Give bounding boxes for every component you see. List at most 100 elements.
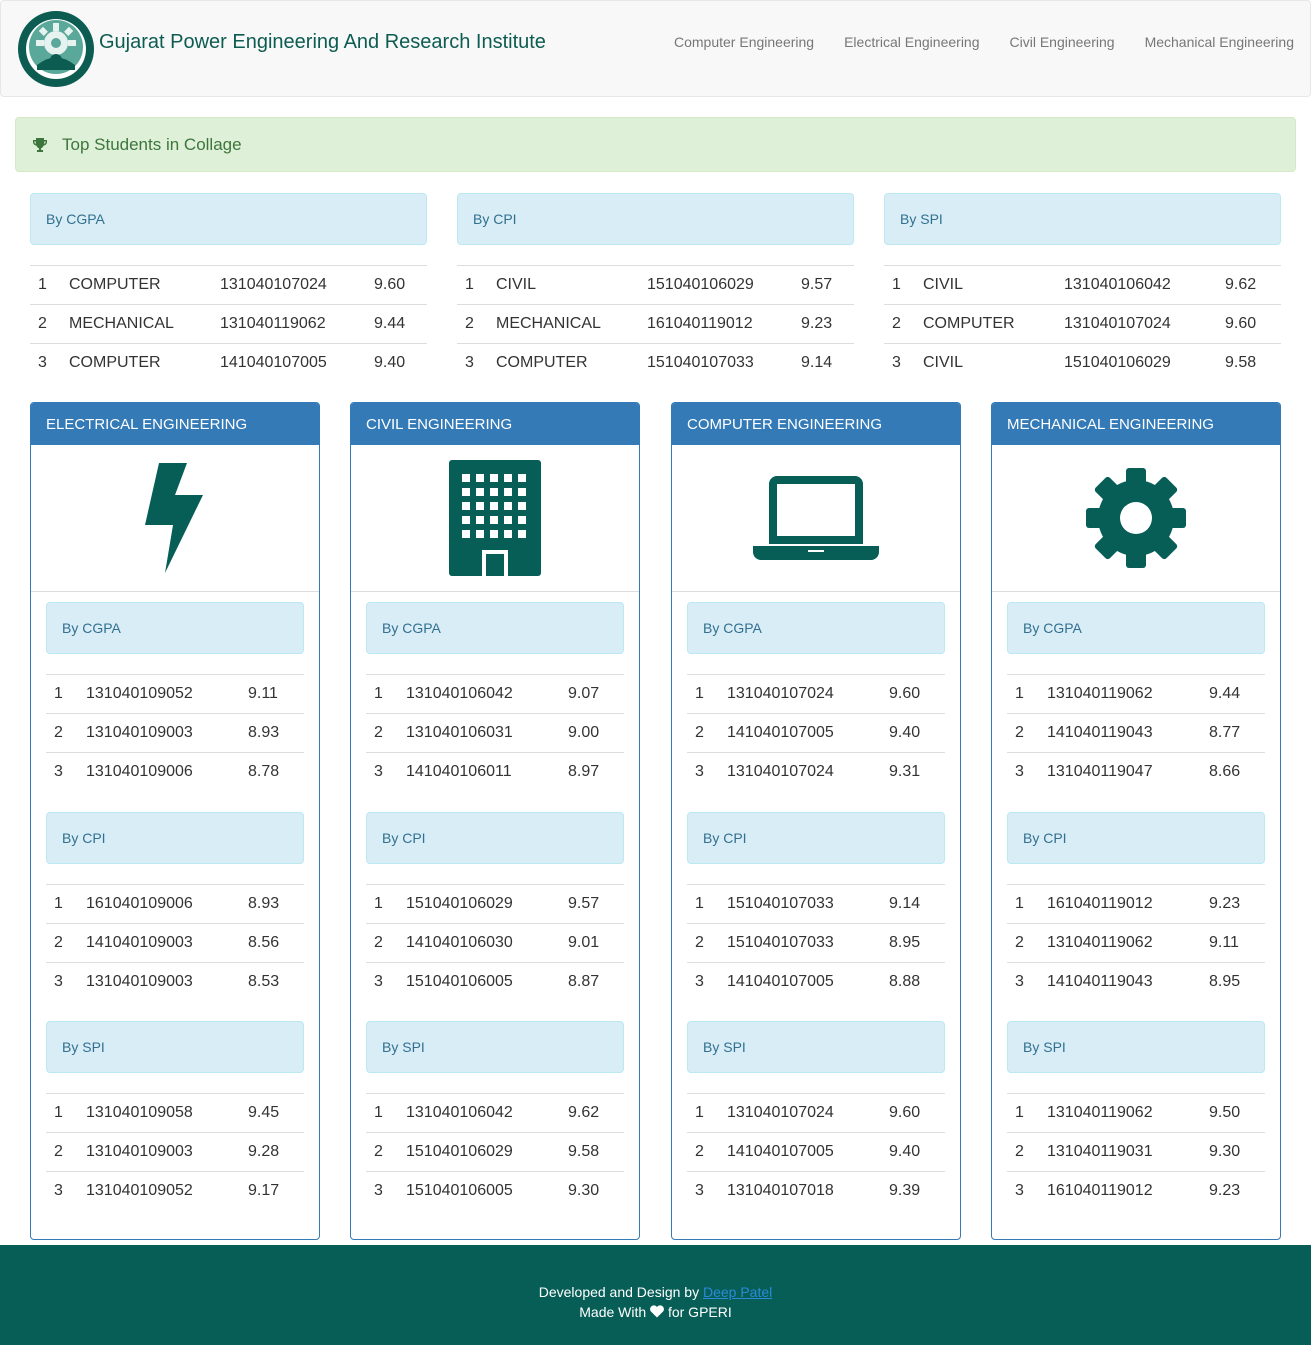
author-link[interactable]: Deep Patel (703, 1284, 772, 1300)
score-cell: 9.23 (1201, 1171, 1265, 1211)
score-cell: 8.56 (240, 922, 304, 962)
rank-cell: 3 (884, 343, 915, 383)
heart-icon (650, 1305, 664, 1318)
section-heading: By CGPA (366, 602, 624, 654)
score-cell: 9.23 (1201, 883, 1265, 923)
laptop-icon (672, 445, 960, 592)
score-cell: 9.39 (881, 1171, 945, 1211)
table-row: 1 161040119012 9.23 (1007, 883, 1265, 923)
top-spi-table: 1 CIVIL 131040106042 9.62 2 COMPUTER 13104010… (884, 265, 1281, 383)
department-title: COMPUTER ENGINEERING (672, 403, 960, 445)
score-cell: 9.01 (560, 922, 624, 962)
department-title: MECHANICAL ENGINEERING (992, 403, 1280, 445)
enrollment-cell: 141040106030 (398, 922, 560, 962)
trophy-icon (33, 137, 47, 152)
top-spi-heading: By SPI (884, 193, 1281, 245)
rank-cell: 1 (46, 674, 78, 714)
table-row: 2 131040109003 9.28 (46, 1132, 304, 1172)
top-cgpa-table: 1 COMPUTER 131040107024 9.60 2 MECHANICAL 131… (30, 265, 427, 383)
branch-cell: COMPUTER (488, 343, 639, 383)
score-cell: 8.97 (560, 752, 624, 792)
table-row: 1 161040109006 8.93 (46, 883, 304, 923)
score-cell: 8.78 (240, 752, 304, 792)
table-row: 3 141040119043 8.95 (1007, 961, 1265, 1001)
rank-cell: 3 (46, 752, 78, 792)
nav-link-electrical[interactable]: Electrical Engineering (844, 34, 979, 50)
enrollment-cell: 131040109003 (78, 1132, 240, 1172)
score-cell: 9.44 (1201, 674, 1265, 714)
rank-cell: 1 (687, 1093, 719, 1133)
rank-cell: 3 (1007, 752, 1039, 792)
score-cell: 9.40 (366, 343, 427, 383)
enrollment-cell: 131040109052 (78, 1171, 240, 1211)
rank-cell: 1 (884, 265, 915, 305)
rank-cell: 2 (1007, 713, 1039, 753)
enrollment-cell: 141040109003 (78, 922, 240, 962)
branch-cell: MECHANICAL (488, 304, 639, 344)
score-cell: 8.77 (1201, 713, 1265, 753)
nav-link-mechanical[interactable]: Mechanical Engineering (1145, 34, 1294, 50)
rank-table: 1 131040106042 9.62 2 151040106029 9.58 3 15104… (366, 1093, 624, 1211)
bolt-icon (31, 445, 319, 592)
rank-cell: 1 (1007, 674, 1039, 714)
score-cell: 9.30 (560, 1171, 624, 1211)
rank-table: 1 131040109052 9.11 2 131040109003 8.93 3 13104… (46, 674, 304, 792)
section-heading: By CGPA (1007, 602, 1265, 654)
table-row: 3 COMPUTER 141040107005 9.40 (30, 343, 427, 383)
enrollment-cell: 151040106029 (398, 1132, 560, 1172)
enrollment-cell: 151040106005 (398, 961, 560, 1001)
branch-cell: COMPUTER (61, 343, 212, 383)
department-panel: COMPUTER ENGINEERING By CGPA 1 131040107024… (671, 402, 961, 1240)
score-cell: 8.87 (560, 961, 624, 1001)
table-row: 1 CIVIL 131040106042 9.62 (884, 265, 1281, 305)
table-row: 1 131040106042 9.07 (366, 674, 624, 714)
brand-title[interactable]: Gujarat Power Engineering And Research I… (99, 31, 546, 54)
nav-link-civil[interactable]: Civil Engineering (1010, 34, 1115, 50)
enrollment-cell: 151040107033 (719, 922, 881, 962)
table-row: 3 131040107018 9.39 (687, 1171, 945, 1211)
table-row: 1 131040106042 9.62 (366, 1093, 624, 1133)
enrollment-cell: 151040106029 (1056, 343, 1217, 383)
enrollment-cell: 131040119047 (1039, 752, 1201, 792)
table-row: 2 131040106031 9.00 (366, 713, 624, 753)
table-row: 3 131040109003 8.53 (46, 961, 304, 1001)
department-body: By CGPA 1 131040107024 9.60 2 141040107005 9.4… (672, 592, 960, 1211)
table-row: 2 141040107005 9.40 (687, 1132, 945, 1172)
table-row: 1 131040119062 9.44 (1007, 674, 1265, 714)
footer-made-with-line: Made With for GPERI (0, 1302, 1311, 1322)
score-cell: 9.45 (240, 1093, 304, 1133)
rank-cell: 1 (366, 1093, 398, 1133)
rank-cell: 3 (687, 1171, 719, 1211)
branch-cell: CIVIL (488, 265, 639, 305)
score-cell: 9.00 (560, 713, 624, 753)
enrollment-cell: 131040107024 (1056, 304, 1217, 344)
table-row: 1 131040107024 9.60 (687, 1093, 945, 1133)
enrollment-cell: 131040107024 (719, 1093, 881, 1133)
table-row: 1 151040106029 9.57 (366, 883, 624, 923)
enrollment-cell: 141040107005 (719, 1132, 881, 1172)
enrollment-cell: 131040106042 (398, 674, 560, 714)
score-cell: 8.66 (1201, 752, 1265, 792)
score-cell: 9.62 (1217, 265, 1281, 305)
enrollment-cell: 131040109058 (78, 1093, 240, 1133)
section-heading: By SPI (687, 1021, 945, 1073)
section-heading: By SPI (46, 1021, 304, 1073)
top-students-alert: Top Students in Collage (15, 117, 1296, 172)
top-cgpa-block: By CGPA 1 COMPUTER 131040107024 9.60 2 MECHA… (30, 193, 427, 383)
nav-link-computer[interactable]: Computer Engineering (674, 34, 814, 50)
table-row: 2 151040106029 9.58 (366, 1132, 624, 1172)
table-row: 1 CIVIL 151040106029 9.57 (457, 265, 854, 305)
table-row: 3 161040119012 9.23 (1007, 1171, 1265, 1211)
enrollment-cell: 161040119012 (639, 304, 793, 344)
rank-cell: 2 (366, 1132, 398, 1172)
table-row: 2 151040107033 8.95 (687, 922, 945, 962)
rank-cell: 2 (30, 304, 61, 344)
section-heading: By SPI (366, 1021, 624, 1073)
table-row: 3 141040106011 8.97 (366, 752, 624, 792)
table-row: 3 151040106005 9.30 (366, 1171, 624, 1211)
score-cell: 9.60 (366, 265, 427, 305)
score-cell: 9.57 (560, 883, 624, 923)
college-logo[interactable] (17, 10, 95, 88)
enrollment-cell: 131040119031 (1039, 1132, 1201, 1172)
section-heading: By CPI (1007, 811, 1265, 864)
